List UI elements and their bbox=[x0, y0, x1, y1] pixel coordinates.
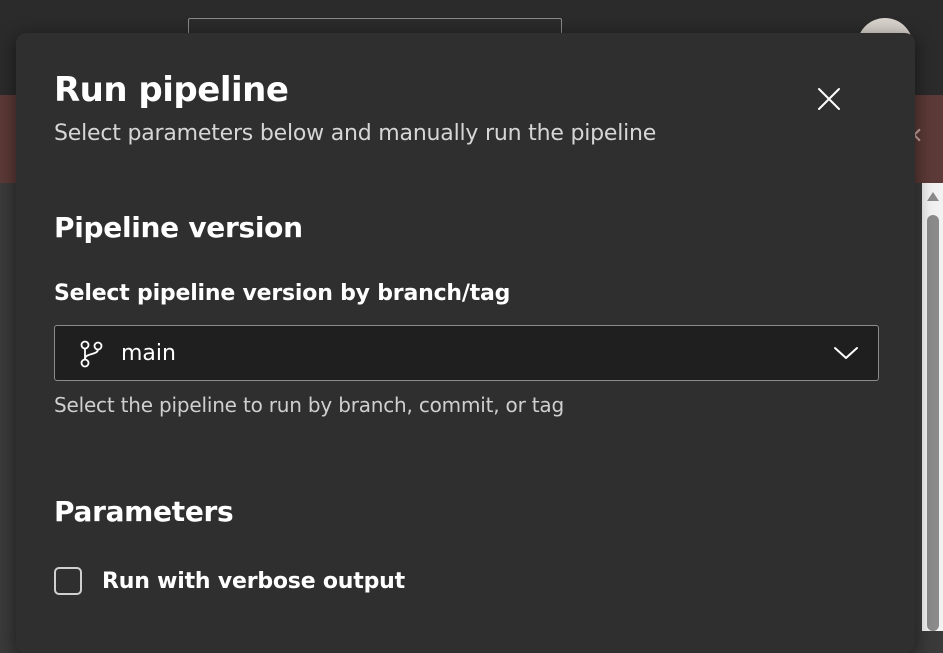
branch-help-text: Select the pipeline to run by branch, co… bbox=[54, 393, 564, 417]
branch-select-dropdown[interactable]: main bbox=[54, 325, 879, 381]
dialog-subtitle: Select parameters below and manually run… bbox=[54, 121, 657, 146]
pipeline-version-heading: Pipeline version bbox=[54, 211, 303, 244]
verbose-output-checkbox[interactable] bbox=[54, 567, 82, 595]
verbose-output-label[interactable]: Run with verbose output bbox=[102, 569, 405, 594]
verbose-output-option[interactable]: Run with verbose output bbox=[54, 565, 405, 597]
branch-field-label: Select pipeline version by branch/tag bbox=[54, 281, 511, 306]
git-branch-icon bbox=[80, 340, 103, 368]
scrollbar-thumb[interactable] bbox=[927, 215, 939, 631]
dialog-title: Run pipeline bbox=[54, 70, 289, 110]
close-button[interactable] bbox=[812, 82, 846, 116]
selected-branch-value: main bbox=[121, 341, 176, 366]
scroll-up-arrow-icon[interactable] bbox=[927, 192, 939, 201]
run-pipeline-dialog: Run pipeline Select parameters below and… bbox=[16, 33, 915, 653]
chevron-down-icon bbox=[834, 347, 858, 359]
close-icon bbox=[818, 88, 840, 110]
parameters-heading: Parameters bbox=[54, 495, 234, 528]
